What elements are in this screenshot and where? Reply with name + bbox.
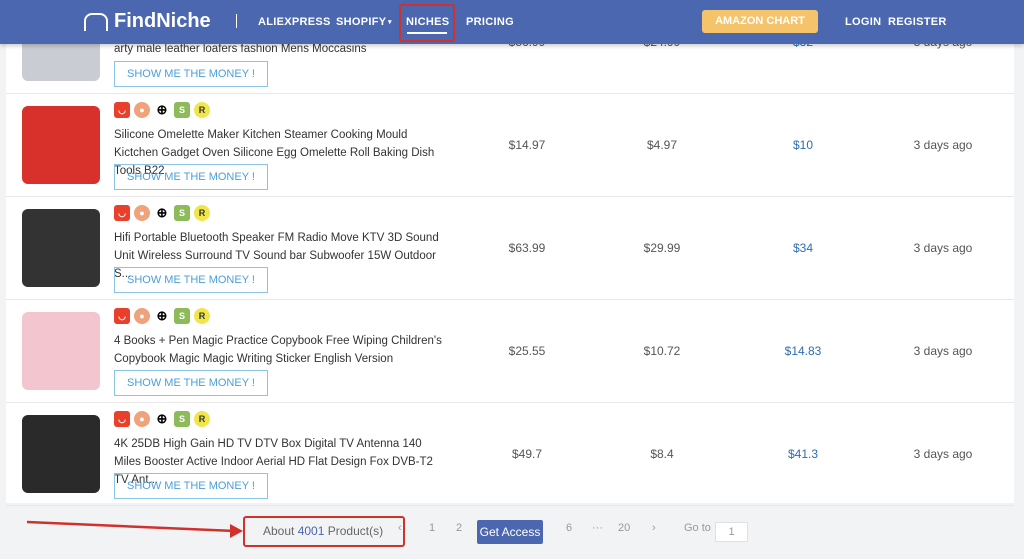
cost: $8.4 xyxy=(650,447,674,461)
highlight-box xyxy=(399,4,455,42)
nav-aliexpress[interactable]: ALIEXPRESS xyxy=(258,16,331,28)
r-badge-icon[interactable]: R xyxy=(194,411,210,427)
arrow-annotation xyxy=(26,520,243,538)
aliexpress-icon[interactable]: ◡ xyxy=(114,308,130,324)
logo-icon xyxy=(84,12,108,31)
aliexpress-icon[interactable]: ◡ xyxy=(114,411,130,427)
profit: $41.3 xyxy=(787,447,819,461)
price: $25.55 xyxy=(508,344,546,358)
get-access-button[interactable]: Get Access xyxy=(477,520,543,544)
top-nav: FindNiche ALIEXPRESS SHOPIFY ▾ NICHES PR… xyxy=(0,0,1024,44)
amazon-chart-button[interactable]: AMAZON CHART xyxy=(702,10,818,33)
table-row: ◡ ● ⊕ S R Silicone Omelette Maker Kitche… xyxy=(6,94,1014,197)
r-badge-icon[interactable]: R xyxy=(194,102,210,118)
product-table: arty male leather loafers fashion Mens M… xyxy=(6,0,1014,506)
profit: $14.83 xyxy=(784,344,822,358)
price: $63.99 xyxy=(508,241,546,255)
nav-pricing[interactable]: PRICING xyxy=(466,16,514,28)
aliexpress-icon[interactable]: ◡ xyxy=(114,102,130,118)
profit: $34 xyxy=(792,241,814,255)
target-icon[interactable]: ⊕ xyxy=(154,205,170,221)
source-icons: ◡ ● ⊕ S R xyxy=(114,308,210,324)
table-row: ◡ ● ⊕ S R 4K 25DB High Gain HD TV DTV Bo… xyxy=(6,403,1014,506)
shopify-icon[interactable]: S xyxy=(174,308,190,324)
next-page[interactable]: › xyxy=(652,522,656,534)
brand-name: FindNiche xyxy=(114,10,211,32)
price: $14.97 xyxy=(508,138,546,152)
goto-label: Go to xyxy=(684,522,711,534)
prev-page[interactable]: ‹ xyxy=(398,522,402,534)
table-row: ◡ ● ⊕ S R 4 Books + Pen Magic Practice C… xyxy=(6,300,1014,403)
nav-shopify[interactable]: SHOPIFY xyxy=(336,16,386,28)
cost: $4.97 xyxy=(646,138,678,152)
divider xyxy=(236,14,237,28)
r-badge-icon[interactable]: R xyxy=(194,205,210,221)
cost: $29.99 xyxy=(643,241,681,255)
show-money-button[interactable]: SHOW ME THE MONEY ! xyxy=(114,61,268,87)
user-icon[interactable]: ● xyxy=(134,102,150,118)
updated-time: 3 days ago xyxy=(913,447,973,461)
table-row: ◡ ● ⊕ S R Hifi Portable Bluetooth Speake… xyxy=(6,197,1014,300)
target-icon[interactable]: ⊕ xyxy=(154,411,170,427)
target-icon[interactable]: ⊕ xyxy=(154,308,170,324)
show-money-button[interactable]: SHOW ME THE MONEY ! xyxy=(114,370,268,396)
r-badge-icon[interactable]: R xyxy=(194,308,210,324)
updated-time: 3 days ago xyxy=(913,138,973,152)
login-link[interactable]: LOGIN xyxy=(845,16,881,28)
product-image[interactable] xyxy=(22,415,100,493)
aliexpress-icon[interactable]: ◡ xyxy=(114,205,130,221)
product-image[interactable] xyxy=(22,209,100,287)
page-20[interactable]: 20 xyxy=(618,522,630,534)
goto-input[interactable]: 1 xyxy=(715,522,748,542)
user-icon[interactable]: ● xyxy=(134,205,150,221)
product-image[interactable] xyxy=(22,106,100,184)
user-icon[interactable]: ● xyxy=(134,411,150,427)
show-money-button[interactable]: SHOW ME THE MONEY ! xyxy=(114,473,268,499)
shopify-icon[interactable]: S xyxy=(174,205,190,221)
product-count: About 4001 Product(s) xyxy=(263,524,384,538)
source-icons: ◡ ● ⊕ S R xyxy=(114,411,210,427)
product-title[interactable]: 4 Books + Pen Magic Practice Copybook Fr… xyxy=(114,332,449,368)
source-icons: ◡ ● ⊕ S R xyxy=(114,205,210,221)
product-image[interactable] xyxy=(22,312,100,390)
updated-time: 3 days ago xyxy=(913,344,973,358)
page-1[interactable]: 1 xyxy=(429,522,435,534)
shopify-icon[interactable]: S xyxy=(174,102,190,118)
show-money-button[interactable]: SHOW ME THE MONEY ! xyxy=(114,267,268,293)
target-icon[interactable]: ⊕ xyxy=(154,102,170,118)
source-icons: ◡ ● ⊕ S R xyxy=(114,102,210,118)
page-6[interactable]: 6 xyxy=(566,522,572,534)
show-money-button[interactable]: SHOW ME THE MONEY ! xyxy=(114,164,268,190)
logo[interactable]: FindNiche xyxy=(84,10,211,33)
chevron-down-icon: ▾ xyxy=(388,19,392,26)
ellipsis[interactable]: ··· xyxy=(592,522,603,534)
register-link[interactable]: REGISTER xyxy=(888,16,947,28)
profit: $10 xyxy=(792,138,814,152)
cost: $10.72 xyxy=(643,344,681,358)
shopify-icon[interactable]: S xyxy=(174,411,190,427)
price: $49.7 xyxy=(511,447,543,461)
user-icon[interactable]: ● xyxy=(134,308,150,324)
page-2[interactable]: 2 xyxy=(456,522,462,534)
updated-time: 3 days ago xyxy=(913,241,973,255)
